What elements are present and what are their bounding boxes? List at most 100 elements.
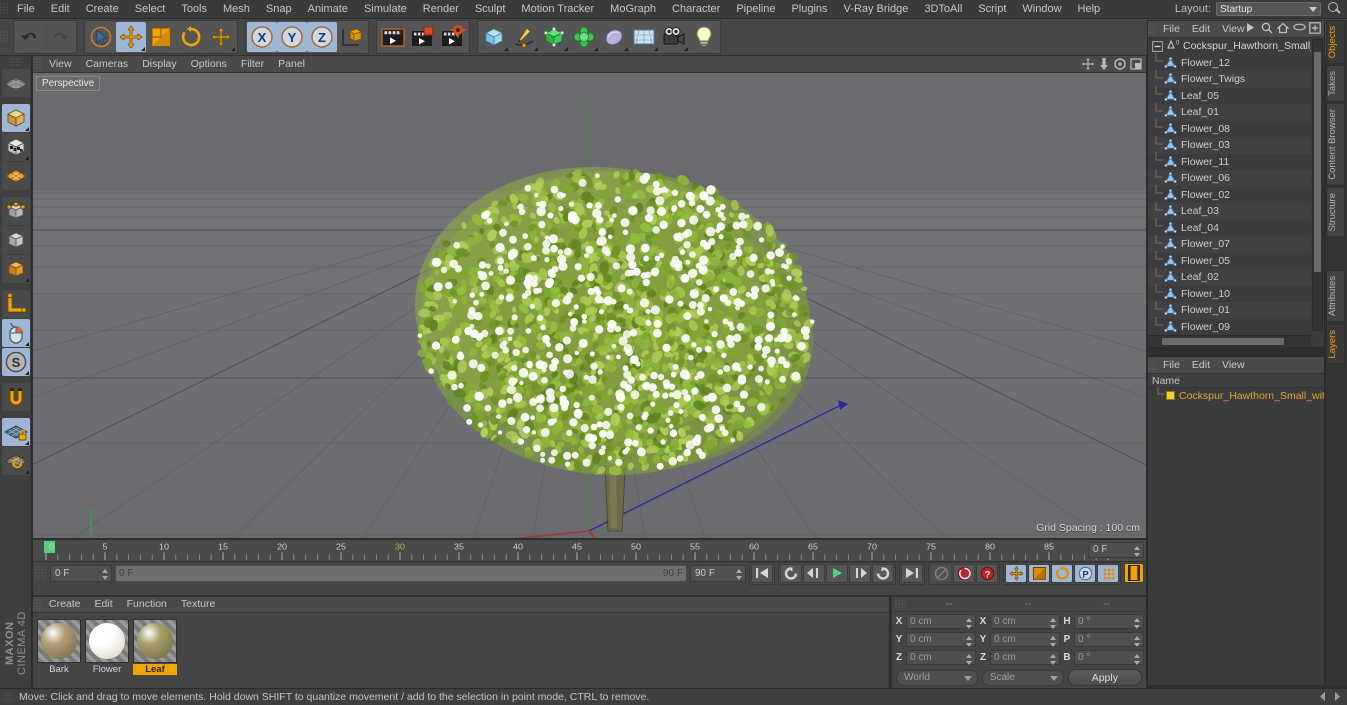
lock-x-button[interactable]: X bbox=[247, 22, 277, 52]
object-tree-item[interactable]: Leaf_01 bbox=[1148, 102, 1311, 121]
render-settings-button[interactable] bbox=[438, 22, 468, 52]
menu-mograph[interactable]: MoGraph bbox=[602, 0, 664, 19]
transform-mode-dropdown[interactable]: Scale bbox=[981, 669, 1064, 686]
material-menu-create[interactable]: Create bbox=[42, 597, 88, 612]
menu-3dtoall[interactable]: 3DToAll bbox=[916, 0, 970, 19]
move-button[interactable] bbox=[116, 22, 146, 52]
stepper-icon[interactable] bbox=[1050, 636, 1056, 647]
viewport-menu-options[interactable]: Options bbox=[184, 56, 234, 72]
timeline-controls-grip[interactable] bbox=[35, 566, 47, 580]
coordinate-system-dropdown[interactable]: World bbox=[896, 669, 978, 686]
object-tree-item[interactable]: Leaf_02 bbox=[1148, 267, 1311, 286]
polygons-mode-button[interactable] bbox=[1, 255, 30, 283]
object-tree-item[interactable]: Flower_01 bbox=[1148, 300, 1311, 319]
key-scale-button[interactable] bbox=[1028, 563, 1050, 583]
orbit-icon[interactable] bbox=[1114, 58, 1126, 70]
object-tree-hscrollbar[interactable] bbox=[1148, 335, 1311, 347]
ellipse-icon[interactable] bbox=[1293, 22, 1306, 35]
lock-workplane-button[interactable] bbox=[1, 418, 30, 446]
apply-button[interactable]: Apply bbox=[1067, 669, 1143, 686]
attribute-menu-view[interactable]: View bbox=[1216, 357, 1251, 373]
stepper-icon[interactable] bbox=[1134, 636, 1140, 647]
rotate-button[interactable] bbox=[176, 22, 206, 52]
object-tree-item[interactable]: Flower_03 bbox=[1148, 135, 1311, 154]
coordinates-grip[interactable] bbox=[895, 599, 907, 609]
object-tree-item[interactable]: Leaf_05 bbox=[1148, 86, 1311, 105]
menu-plugins[interactable]: Plugins bbox=[783, 0, 835, 19]
object-tree-item[interactable]: Leaf_03 bbox=[1148, 201, 1311, 220]
menubar-grip[interactable] bbox=[0, 3, 9, 15]
timeline-ruler[interactable]: 051015202530354045505560657075808590 0 F bbox=[33, 540, 1146, 562]
previous-message-icon[interactable] bbox=[1317, 691, 1328, 702]
object-tree-item[interactable]: Flower_05 bbox=[1148, 251, 1311, 270]
stepper-icon[interactable] bbox=[1050, 654, 1056, 665]
object-tree[interactable]: 0 Cockspur_Hawthorn_Small_with Flower_12 bbox=[1148, 38, 1311, 333]
render-region-button[interactable] bbox=[408, 22, 438, 52]
add-spline-button[interactable] bbox=[509, 22, 539, 52]
attribute-manager-grip[interactable] bbox=[1148, 359, 1157, 371]
vertical-tab-layers[interactable]: Layers bbox=[1326, 323, 1345, 365]
menu-pipeline[interactable]: Pipeline bbox=[728, 0, 783, 19]
status-bar-grip[interactable] bbox=[4, 691, 13, 703]
viewport-menu-view[interactable]: View bbox=[42, 56, 79, 72]
undo-button[interactable] bbox=[15, 22, 45, 52]
go-to-end-button[interactable] bbox=[901, 563, 923, 583]
menu-select[interactable]: Select bbox=[127, 0, 174, 19]
vertical-tab-objects[interactable]: Objects bbox=[1326, 20, 1345, 65]
live-selection-button[interactable] bbox=[86, 22, 116, 52]
viewport-menu-filter[interactable]: Filter bbox=[234, 56, 271, 72]
viewport-menu-panel[interactable]: Panel bbox=[271, 56, 312, 72]
next-message-icon[interactable] bbox=[1332, 691, 1343, 702]
vertical-tab-attributes[interactable]: Attributes bbox=[1326, 270, 1345, 323]
play-backwards-loop-button[interactable] bbox=[780, 563, 802, 583]
scroll-thumb[interactable] bbox=[1162, 338, 1284, 345]
menu-edit[interactable]: Edit bbox=[43, 0, 78, 19]
stepper-icon[interactable] bbox=[102, 568, 108, 580]
timeline-range-bar[interactable]: 0 F 90 F bbox=[115, 564, 687, 582]
key-position-button[interactable] bbox=[1005, 563, 1027, 583]
stepper-icon[interactable] bbox=[1134, 618, 1140, 629]
stepper-icon[interactable] bbox=[966, 636, 972, 647]
play-forwards-loop-button[interactable] bbox=[872, 563, 894, 583]
add-cube-button[interactable] bbox=[479, 22, 509, 52]
stepper-icon[interactable] bbox=[966, 654, 972, 665]
add-scene-button[interactable] bbox=[599, 22, 629, 52]
vertical-tab-takes[interactable]: Takes bbox=[1326, 65, 1345, 103]
size-y-input[interactable]: 0 cm bbox=[990, 632, 1060, 647]
material-swatch[interactable]: Bark bbox=[37, 619, 81, 675]
rotation-b-input[interactable]: 0 ° bbox=[1074, 650, 1144, 665]
maximize-icon[interactable] bbox=[1130, 58, 1142, 70]
lock-z-button[interactable]: Z bbox=[307, 22, 337, 52]
menu-help[interactable]: Help bbox=[1070, 0, 1109, 19]
viewport-menu-cameras[interactable]: Cameras bbox=[79, 56, 136, 72]
key-rotation-button[interactable] bbox=[1051, 563, 1073, 583]
magnet-button[interactable] bbox=[1, 383, 30, 411]
next-frame-button[interactable] bbox=[849, 563, 871, 583]
menu-animate[interactable]: Animate bbox=[300, 0, 356, 19]
add-deformer-button[interactable] bbox=[569, 22, 599, 52]
key-parameter-button[interactable]: P bbox=[1074, 563, 1096, 583]
object-tree-item[interactable]: Flower_07 bbox=[1148, 234, 1311, 253]
workplane-rotate-button[interactable] bbox=[1, 447, 30, 475]
add-generator-button[interactable] bbox=[539, 22, 569, 52]
viewport-grip[interactable] bbox=[33, 58, 42, 70]
menu-mesh[interactable]: Mesh bbox=[215, 0, 258, 19]
viewport-solo-button[interactable] bbox=[1, 319, 30, 347]
record-active-objects-button[interactable] bbox=[930, 563, 952, 583]
soft-selection-button[interactable]: S bbox=[1, 348, 30, 376]
expand-collapse-icon[interactable] bbox=[1152, 40, 1164, 52]
scroll-thumb[interactable] bbox=[1314, 52, 1321, 272]
position-y-input[interactable]: 0 cm bbox=[906, 632, 976, 647]
object-menu-file[interactable]: File bbox=[1157, 21, 1186, 37]
object-tree-vscrollbar[interactable] bbox=[1312, 39, 1323, 331]
zoom-icon[interactable] bbox=[1098, 58, 1110, 70]
home-icon[interactable] bbox=[1276, 22, 1290, 35]
material-menu-edit[interactable]: Edit bbox=[88, 597, 120, 612]
previous-frame-button[interactable] bbox=[803, 563, 825, 583]
menu-script[interactable]: Script bbox=[970, 0, 1014, 19]
material-preview[interactable] bbox=[37, 619, 81, 663]
autokeying-button[interactable] bbox=[953, 563, 975, 583]
vertical-tab-structure[interactable]: Structure bbox=[1326, 186, 1345, 238]
stepper-icon[interactable] bbox=[966, 618, 972, 629]
search-icon[interactable] bbox=[1325, 0, 1343, 18]
